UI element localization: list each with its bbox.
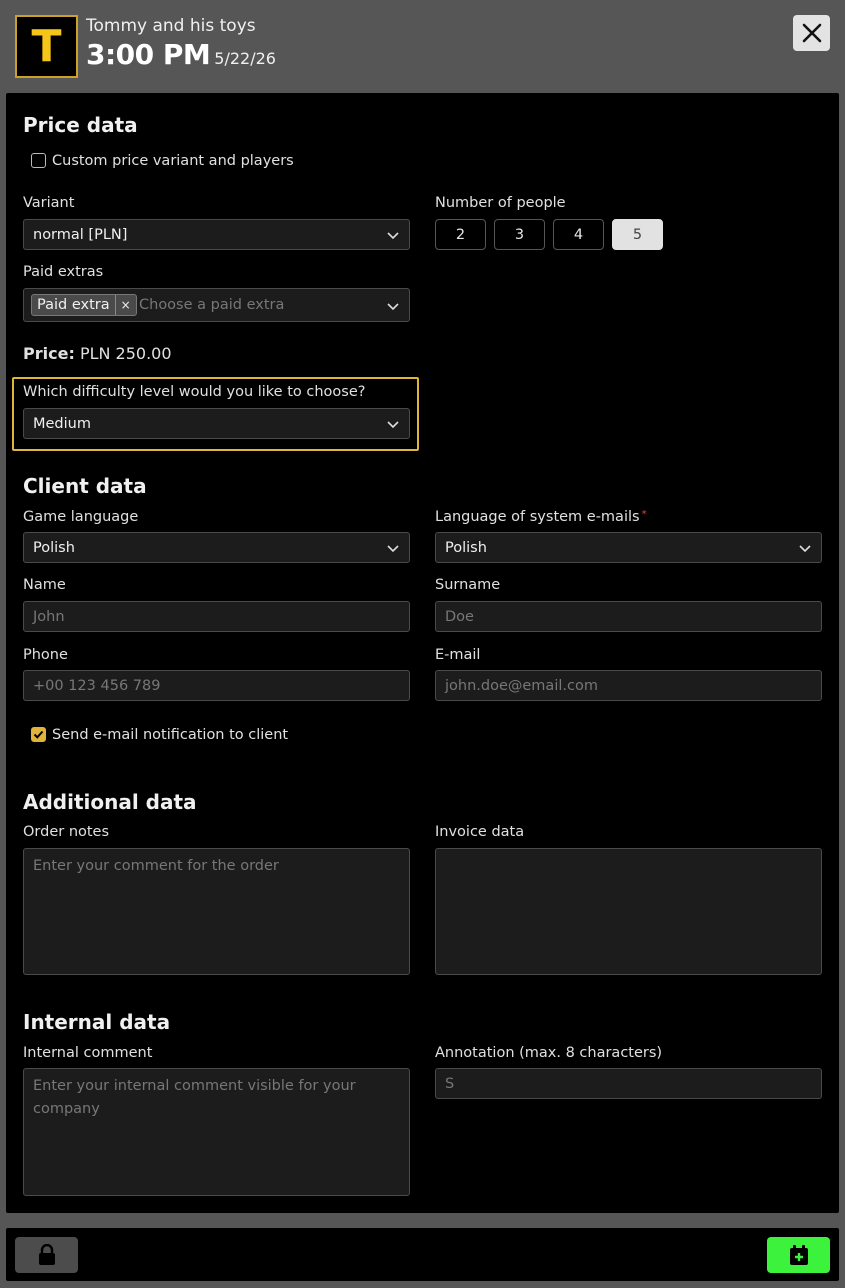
game-language-value: Polish — [33, 539, 75, 556]
chevron-down-icon — [387, 232, 399, 240]
annotation-label: Annotation (max. 8 characters) — [435, 1045, 663, 1061]
additional-data-heading: Additional data — [23, 790, 197, 814]
price-value: PLN 250.00 — [79, 344, 172, 363]
paid-extras-placeholder: Choose a paid extra — [139, 297, 285, 313]
surname-label: Surname — [435, 577, 501, 593]
annotation-input[interactable]: S — [435, 1068, 822, 1099]
booking-datetime: 3:00 PM 5/22/26 — [86, 38, 276, 71]
variant-value: normal [PLN] — [33, 226, 128, 243]
lock-icon — [38, 1244, 55, 1265]
footer-bar — [6, 1228, 839, 1281]
phone-label: Phone — [23, 647, 68, 663]
chevron-down-icon — [799, 545, 811, 553]
close-button[interactable] — [793, 15, 830, 51]
booking-time: 3:00 PM — [86, 38, 211, 71]
chevron-down-icon — [387, 545, 399, 553]
close-icon — [802, 23, 821, 43]
email-language-label: Language of system e-mails * — [435, 509, 647, 525]
people-option-3[interactable]: 3 — [494, 219, 545, 250]
internal-comment-textarea[interactable]: Enter your internal comment visible for … — [23, 1068, 410, 1196]
difficulty-question: Which difficulty level would you like to… — [23, 384, 366, 400]
price-data-heading: Price data — [23, 113, 138, 137]
name-input[interactable]: John — [23, 601, 410, 632]
calendar-plus-icon — [789, 1245, 808, 1265]
game-language-select[interactable]: Polish — [23, 532, 410, 563]
invoice-data-textarea[interactable] — [435, 848, 822, 975]
price-label: Price: — [23, 344, 75, 363]
people-option-4[interactable]: 4 — [553, 219, 604, 250]
surname-input[interactable]: Doe — [435, 601, 822, 632]
people-option-5[interactable]: 5 — [612, 219, 663, 250]
internal-comment-label: Internal comment — [23, 1045, 153, 1061]
paid-extra-chip: Paid extra × — [31, 294, 137, 316]
invoice-data-label: Invoice data — [435, 824, 525, 840]
difficulty-select[interactable]: Medium — [23, 408, 410, 439]
checkmark-icon — [33, 730, 44, 739]
room-name: Tommy and his toys — [86, 16, 256, 36]
game-language-label: Game language — [23, 509, 139, 525]
chevron-down-icon — [387, 421, 399, 429]
people-option-2[interactable]: 2 — [435, 219, 486, 250]
client-data-heading: Client data — [23, 474, 147, 498]
paid-extra-chip-label: Paid extra — [37, 297, 110, 313]
paid-extras-label: Paid extras — [23, 264, 104, 280]
notify-client-label: Send e-mail notification to client — [52, 727, 289, 743]
room-logo: T — [15, 15, 78, 78]
name-label: Name — [23, 577, 66, 593]
email-label: E-mail — [435, 647, 481, 663]
chevron-down-icon — [387, 303, 399, 311]
order-notes-label: Order notes — [23, 824, 110, 840]
booking-header: T Tommy and his toys 3:00 PM 5/22/26 — [0, 0, 845, 93]
chip-remove-button[interactable]: × — [114, 295, 136, 315]
people-label: Number of people — [435, 195, 566, 211]
email-language-value: Polish — [445, 539, 487, 556]
email-language-label-text: Language of system e-mails — [435, 509, 640, 525]
variant-select[interactable]: normal [PLN] — [23, 219, 410, 250]
custom-price-label: Custom price variant and players — [52, 153, 294, 169]
internal-data-heading: Internal data — [23, 1010, 171, 1034]
email-input[interactable]: john.doe@email.com — [435, 670, 822, 701]
lock-button[interactable] — [15, 1237, 78, 1273]
email-language-select[interactable]: Polish — [435, 532, 822, 563]
price-summary: Price: PLN 250.00 — [23, 344, 172, 363]
add-booking-button[interactable] — [767, 1237, 830, 1273]
booking-date: 5/22/26 — [214, 49, 276, 68]
custom-price-checkbox[interactable] — [31, 153, 46, 168]
order-notes-textarea[interactable]: Enter your comment for the order — [23, 848, 410, 975]
notify-client-checkbox[interactable] — [31, 727, 46, 742]
difficulty-value: Medium — [33, 415, 91, 432]
variant-label: Variant — [23, 195, 75, 211]
required-marker: * — [641, 509, 647, 520]
room-logo-letter: T — [31, 20, 62, 72]
phone-input[interactable]: +00 123 456 789 — [23, 670, 410, 701]
